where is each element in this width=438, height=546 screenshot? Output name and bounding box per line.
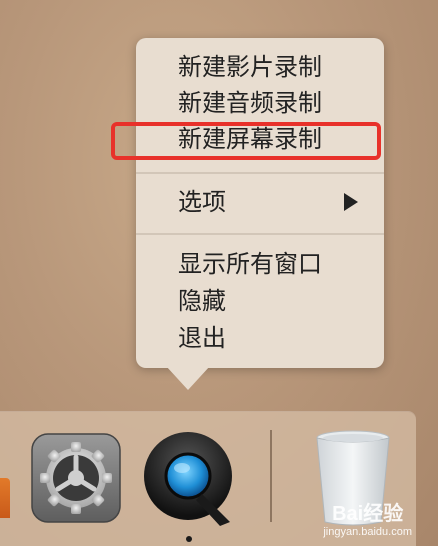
- menu-pointer-tail: [166, 366, 210, 390]
- quicktime-dock-menu: 新建影片录制 新建音频录制 新建屏幕录制 选项 显示所有窗口 隐藏 退出: [136, 38, 384, 368]
- running-indicator: [186, 536, 192, 542]
- menu-item-hide[interactable]: 隐藏: [178, 285, 226, 317]
- highlight-annotation-box: [111, 122, 381, 160]
- menu-item-new-audio-recording[interactable]: 新建音频录制: [178, 87, 322, 119]
- menu-separator: [136, 233, 384, 235]
- partial-app-icon[interactable]: [0, 478, 10, 518]
- dock-divider: [270, 430, 272, 522]
- menu-item-quit[interactable]: 退出: [178, 322, 226, 354]
- menu-item-options[interactable]: 选项: [178, 186, 226, 218]
- desktop: 新建影片录制 新建音频录制 新建屏幕录制 选项 显示所有窗口 隐藏 退出 Bai…: [0, 0, 438, 546]
- submenu-arrow-icon: [344, 193, 358, 211]
- menu-separator: [136, 172, 384, 174]
- baidu-jingyan-watermark: Bai经验 jingyan.baidu.com: [323, 497, 412, 538]
- menu-item-show-all-windows[interactable]: 显示所有窗口: [178, 248, 322, 280]
- quicktime-player-icon[interactable]: [142, 428, 238, 528]
- menu-item-new-movie-recording[interactable]: 新建影片录制: [178, 51, 322, 83]
- watermark-logo: Bai经验: [332, 503, 404, 525]
- watermark-url: jingyan.baidu.com: [323, 526, 412, 538]
- system-preferences-icon[interactable]: [30, 432, 122, 524]
